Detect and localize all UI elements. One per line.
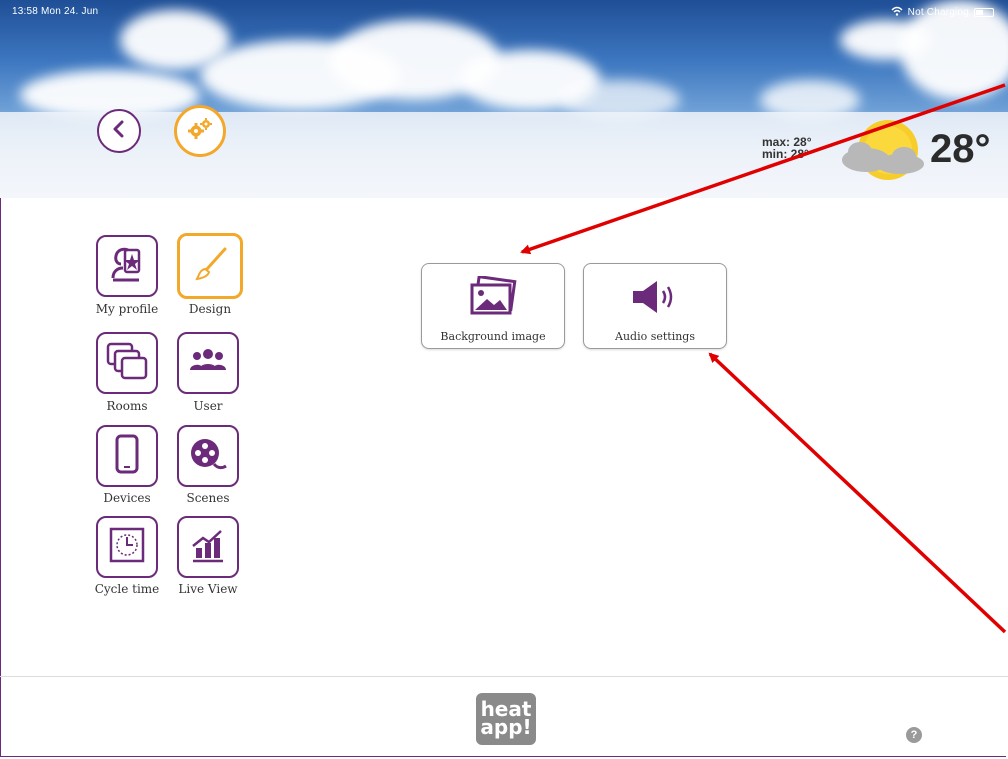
audio-settings-card[interactable]: Audio settings: [583, 263, 727, 349]
menu-live-view[interactable]: [177, 516, 239, 578]
menu-label-user: User: [193, 399, 223, 413]
gears-icon: [187, 117, 213, 145]
menu-label-scenes: Scenes: [186, 491, 230, 505]
menu-label-rooms: Rooms: [106, 399, 148, 413]
settings-button[interactable]: [174, 105, 226, 157]
chart-icon: [189, 526, 227, 569]
speaker-icon: [627, 276, 683, 323]
menu-label-my-profile: My profile: [95, 302, 159, 316]
chevron-left-icon: [111, 120, 127, 143]
profile-star-icon: [107, 244, 147, 289]
audio-settings-label: Audio settings: [615, 330, 695, 343]
film-reel-icon: [188, 436, 228, 477]
menu-my-profile[interactable]: [96, 235, 158, 297]
paintbrush-icon: [191, 245, 229, 288]
menu-label-devices: Devices: [103, 491, 151, 505]
menu-label-cycle-time: Cycle time: [94, 582, 160, 596]
weather-minmax: max: 28° min: 28°: [762, 136, 812, 160]
battery-icon: [974, 8, 994, 17]
rooms-icon: [105, 341, 149, 386]
menu-design[interactable]: [177, 233, 243, 299]
partly-cloudy-icon: [838, 112, 934, 197]
wifi-icon: [891, 6, 903, 19]
heatapp-logo: heat app!: [476, 693, 536, 745]
help-button[interactable]: ?: [906, 727, 922, 743]
status-right: Not Charging: [891, 6, 994, 19]
menu-label-live-view: Live View: [178, 582, 238, 596]
menu-devices[interactable]: [96, 425, 158, 487]
menu-cycle-time[interactable]: [96, 516, 158, 578]
clock-icon: [108, 526, 146, 569]
back-button[interactable]: [97, 109, 141, 153]
status-time-date: 13:58 Mon 24. Jun: [12, 6, 99, 17]
menu-label-design: Design: [188, 302, 232, 316]
footer-divider: [0, 676, 1008, 677]
menu-user[interactable]: [177, 332, 239, 394]
phone-icon: [114, 434, 140, 479]
menu-rooms[interactable]: [96, 332, 158, 394]
users-icon: [188, 346, 228, 381]
background-image-card[interactable]: Background image: [421, 263, 565, 349]
image-gallery-icon: [467, 274, 519, 323]
menu-scenes[interactable]: [177, 425, 239, 487]
weather-min: min: 28°: [762, 147, 809, 161]
background-image-label: Background image: [440, 330, 546, 343]
current-temperature: 28°: [930, 127, 991, 171]
charging-status: Not Charging: [907, 7, 969, 18]
